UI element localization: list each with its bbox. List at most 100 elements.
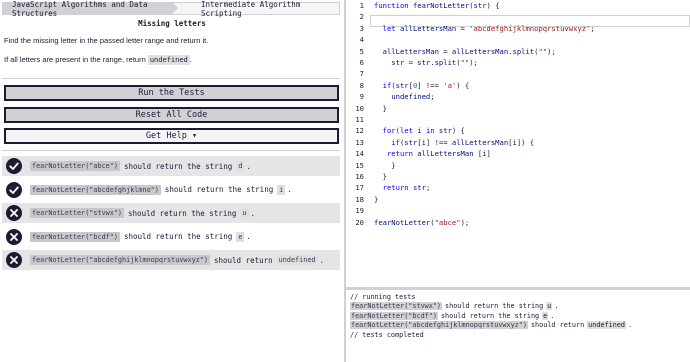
line-number: 18 — [355, 194, 364, 204]
test-period: . — [246, 161, 251, 171]
code-editor[interactable]: 1 function fearNotLetter(str) { 2 3 let all… — [346, 0, 690, 287]
challenge-note-prefix: If all letters are present in the range,… — [4, 55, 146, 64]
test-expected-value: e — [236, 231, 245, 242]
line-code: if(str[0] !== 'a') { — [382, 80, 470, 90]
test-call: fearNotLetter("stvwx") — [30, 208, 125, 218]
test-period: . — [319, 255, 325, 265]
run-tests-button[interactable]: Run the Tests — [4, 85, 339, 101]
output-console: // running tests fearNotLetter("stvwx") s… — [346, 290, 690, 362]
code-line: 18} — [346, 194, 690, 205]
test-period: . — [287, 185, 292, 194]
test-call: fearNotLetter("abcdefghjklmno") — [30, 184, 161, 195]
line-code: str = str.split(""); — [391, 58, 478, 67]
line-number: 14 — [355, 149, 364, 159]
challenge-note-code: undefined — [147, 55, 190, 65]
line-number: 2 — [359, 12, 364, 22]
test-expected-value: i — [277, 184, 286, 195]
line-code: undefined; — [391, 92, 435, 102]
test-expected-value: u — [240, 208, 249, 218]
x-circle-icon — [6, 228, 22, 245]
console-period: . — [550, 311, 555, 320]
test-description: should return the string — [128, 208, 237, 218]
breadcrumb: JavaScript Algorithms and Data Structure… — [2, 0, 340, 18]
line-number: 8 — [359, 80, 364, 90]
line-number: 11 — [355, 115, 364, 124]
code-line: 17 return str; — [346, 182, 690, 193]
breadcrumb-block[interactable]: Intermediate Algorithm Scripting — [172, 0, 340, 18]
test-row: fearNotLetter("bcdf") should return the s… — [2, 227, 340, 247]
code-line: 12 for(let i in str) { — [346, 125, 690, 136]
breadcrumb-superblock[interactable]: JavaScript Algorithms and Data Structure… — [2, 0, 178, 18]
challenge-note: If all letters are present in the range,… — [4, 55, 192, 65]
challenge-title: Missing letters — [138, 19, 206, 28]
test-description: should return the string — [123, 232, 233, 241]
line-number: 4 — [359, 35, 364, 45]
line-number: 17 — [355, 183, 364, 193]
console-value: u — [546, 302, 553, 311]
console-text: should return the string — [440, 311, 540, 320]
line-code: } — [374, 103, 387, 113]
code-line: 7 — [346, 68, 690, 79]
test-row: fearNotLetter("stvwx") should return the … — [2, 203, 340, 223]
line-number: 10 — [355, 103, 364, 113]
check-circle-icon — [6, 158, 22, 174]
line-number: 15 — [355, 160, 364, 170]
check-circle-icon — [6, 181, 22, 198]
line-number: 13 — [355, 137, 364, 147]
line-number: 20 — [355, 217, 364, 227]
line-code: let allLettersMan = 'abcdefghijklmnopqrs… — [382, 23, 595, 33]
code-line: 13 if(str[i] !== allLettersMan[i]) { — [346, 137, 690, 148]
console-text: should return the string — [445, 302, 544, 311]
test-description: should return — [213, 255, 273, 265]
console-call: fearNotLetter("stvwx") — [350, 302, 443, 311]
instructions-panel: JavaScript Algorithms and Data Structure… — [0, 0, 344, 362]
test-call: fearNotLetter("abce") — [30, 161, 120, 171]
test-period: . — [246, 232, 251, 241]
code-line: 3 let allLettersMan = 'abcdefghijklmnopq… — [346, 23, 690, 34]
line-code: for(let i in str) { — [382, 126, 465, 136]
line-code: return str; — [382, 183, 431, 193]
line-number: 5 — [359, 46, 364, 56]
line-code: function fearNotLetter(str) { — [374, 1, 500, 10]
console-period: . — [554, 302, 559, 311]
test-description: should return the string — [164, 185, 274, 194]
console-footer: // tests completed — [350, 330, 424, 339]
test-description: should return the string — [123, 161, 233, 171]
console-result-line: fearNotLetter("bcdf") should return the s… — [350, 311, 686, 321]
console-value: e — [542, 311, 549, 320]
get-help-button[interactable]: Get Help ▾ — [4, 128, 339, 144]
test-expected-value: d — [236, 161, 245, 171]
code-line: 4 — [346, 34, 690, 45]
line-number: 12 — [355, 126, 364, 136]
x-circle-icon — [6, 205, 22, 221]
test-call: fearNotLetter("abcdefghijklmnopqrstuvwxy… — [30, 255, 210, 265]
line-code: return allLettersMan [i] — [386, 149, 491, 159]
line-number: 9 — [359, 92, 364, 102]
line-number: 19 — [355, 206, 364, 216]
line-code: } — [374, 194, 379, 204]
console-call: fearNotLetter("abcdefghijklmnopqrstuvwxy… — [350, 321, 528, 330]
line-code: } — [374, 172, 387, 181]
divider — [2, 150, 340, 151]
test-row: fearNotLetter("abce") should return the s… — [2, 156, 340, 176]
line-number: 1 — [359, 1, 364, 10]
code-line: 9 undefined; — [346, 91, 690, 102]
code-line: 20 fearNotLetter("abce"); — [346, 217, 690, 228]
line-code: if(str[i] !== allLettersMan[i]) { — [391, 137, 535, 147]
test-row: fearNotLetter("abcdefghjklmno") should re… — [2, 180, 340, 200]
challenge-note-suffix: . — [189, 55, 192, 64]
code-line: 1 function fearNotLetter(str) { — [346, 0, 690, 11]
code-line: 6 str = str.split(""); — [346, 57, 690, 68]
test-period: . — [250, 208, 256, 218]
line-number: 16 — [355, 172, 364, 181]
test-call: fearNotLetter("bcdf") — [30, 231, 120, 242]
line-number: 7 — [359, 69, 364, 79]
reset-code-button[interactable]: Reset All Code — [4, 107, 339, 123]
line-number: 6 — [359, 58, 364, 67]
console-results: fearNotLetter("stvwx") should return the … — [350, 302, 686, 331]
console-text: should return — [530, 321, 585, 330]
code-line: 15 } — [346, 160, 690, 171]
line-code: } — [374, 160, 396, 170]
code-line: 16 } — [346, 171, 690, 182]
test-row: fearNotLetter("abcdefghijklmnopqrstuvwxy… — [2, 250, 340, 270]
